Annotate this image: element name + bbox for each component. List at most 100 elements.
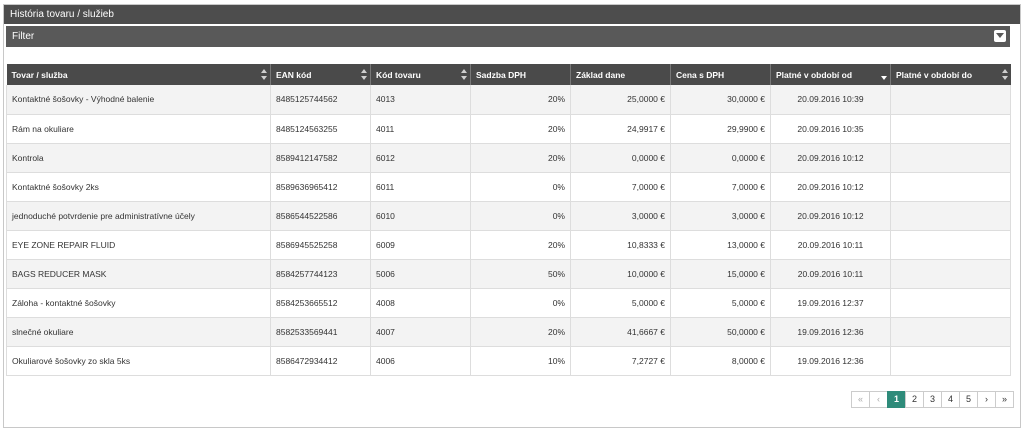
table-cell: 7,0000 € [670,172,771,202]
table-cell: jednoduché potvrdenie pre administratívn… [6,201,271,231]
table-cell: 19.09.2016 12:36 [770,346,891,376]
table-cell: Záloha - kontaktné šošovky [6,288,271,318]
table-row[interactable]: Rám na okuliare 8485124563255 4011 20% 24,99… [6,114,1011,144]
column-header-label: Tovar / služba [11,69,68,80]
table-cell: 20.09.2016 10:11 [770,230,891,260]
table-row[interactable]: Záloha - kontaktné šošovky 8584253665512 4… [6,288,1011,318]
table-cell: 8589412147582 [270,143,371,173]
table-row[interactable]: slnečné okuliare 8582533569441 4007 20% 41,6… [6,317,1011,347]
table-cell [890,288,1011,318]
table-row[interactable]: EYE ZONE REPAIR FLUID 8586945525258 6009 20… [6,230,1011,260]
table-cell: 20.09.2016 10:12 [770,201,891,231]
table-cell: 8,0000 € [670,346,771,376]
table-cell: 7,0000 € [570,172,671,202]
table-cell: EYE ZONE REPAIR FLUID [6,230,271,260]
table-cell: 10,0000 € [570,259,671,289]
table-cell: 0% [470,201,571,231]
column-header-label: Platné v období od [776,69,853,80]
table-cell: 6010 [370,201,471,231]
table-cell: 13,0000 € [670,230,771,260]
table-cell [890,201,1011,231]
prev-page-button[interactable]: ‹ [869,391,888,408]
table-cell: 24,9917 € [570,114,671,144]
table-cell [890,143,1011,173]
table-cell: 8586472934412 [270,346,371,376]
table-row[interactable]: Okuliarové šošovky zo skla 5ks 8586472934… [6,346,1011,376]
table-cell [890,259,1011,289]
table-cell: 20% [470,114,571,144]
column-header[interactable]: Cena s DPH [670,64,771,85]
table-cell: 4011 [370,114,471,144]
table-cell: 19.09.2016 12:37 [770,288,891,318]
table-cell: 19.09.2016 12:36 [770,317,891,347]
chevron-down-square-icon[interactable] [994,30,1006,42]
table-cell: 0,0000 € [670,143,771,173]
last-page-button[interactable]: » [995,391,1014,408]
table-row[interactable]: Kontrola 8589412147582 6012 20% 0,0000 €0,00… [6,143,1011,173]
table-cell: 0,0000 € [570,143,671,173]
sort-icon[interactable] [261,69,267,80]
sort-desc-icon[interactable] [881,69,887,80]
column-header[interactable]: Platné v období od [770,64,891,85]
table-cell [890,85,1011,115]
table-cell: 10% [470,346,571,376]
table-cell: 5,0000 € [570,288,671,318]
table-cell: 20.09.2016 10:12 [770,172,891,202]
column-header[interactable]: EAN kód [270,64,371,85]
column-header[interactable]: Základ dane [570,64,671,85]
column-header-label: Sadzba DPH [476,69,527,80]
table-cell: 20.09.2016 10:12 [770,143,891,173]
first-page-button[interactable]: « [851,391,870,408]
column-header-label: EAN kód [276,69,312,80]
column-header-label: Kód tovaru [376,69,421,80]
table-cell: 41,6667 € [570,317,671,347]
table-cell: 3,0000 € [570,201,671,231]
page-4-button[interactable]: 4 [941,391,960,408]
table-cell: 20.09.2016 10:35 [770,114,891,144]
column-header[interactable]: Kód tovaru [370,64,471,85]
table-cell: Kontrola [6,143,271,173]
table-cell: 3,0000 € [670,201,771,231]
filter-bar[interactable]: Filter [6,26,1010,47]
page-3-button[interactable]: 3 [923,391,942,408]
table-row[interactable]: jednoduché potvrdenie pre administratívn… [6,201,1011,231]
table-row[interactable]: Kontaktné šošovky 2ks 8589636965412 6011 0%… [6,172,1011,202]
table-cell: BAGS REDUCER MASK [6,259,271,289]
table-cell: slnečné okuliare [6,317,271,347]
table-cell [890,172,1011,202]
table-cell: 4007 [370,317,471,347]
next-page-button[interactable]: › [977,391,996,408]
page-2-button[interactable]: 2 [905,391,924,408]
sort-icon[interactable] [461,69,467,80]
table-cell: 20% [470,143,571,173]
table-cell: 6009 [370,230,471,260]
pagination: «‹ 1 2 3 4 5 ›» [851,391,1014,408]
table-cell [890,346,1011,376]
table-cell: 8485125744562 [270,85,371,115]
table-cell: 4008 [370,288,471,318]
page-1-button[interactable]: 1 [887,391,906,408]
filter-label: Filter [12,31,35,42]
table-cell: 10,8333 € [570,230,671,260]
sort-icon[interactable] [361,69,367,80]
column-header[interactable]: Platné v období do [890,64,1011,85]
table-cell: 6012 [370,143,471,173]
history-table: Tovar / služba EAN kód Kód tovaru Sadzba DP… [6,64,1011,376]
table-cell: 15,0000 € [670,259,771,289]
table-cell: 29,9900 € [670,114,771,144]
table-cell: 8582533569441 [270,317,371,347]
column-header[interactable]: Sadzba DPH [470,64,571,85]
table-cell [890,317,1011,347]
column-header[interactable]: Tovar / služba [6,64,271,85]
table-cell: 20.09.2016 10:39 [770,85,891,115]
table-cell: 7,2727 € [570,346,671,376]
table-row[interactable]: Kontaktné šošovky - Výhodné balenie 84851… [6,85,1011,115]
column-header-label: Cena s DPH [676,69,725,80]
table-cell: 0% [470,172,571,202]
table-cell [890,230,1011,260]
table-cell: Kontaktné šošovky - Výhodné balenie [6,85,271,115]
sort-icon[interactable] [1001,69,1008,80]
page-5-button[interactable]: 5 [959,391,978,408]
table-cell: 5006 [370,259,471,289]
table-row[interactable]: BAGS REDUCER MASK 8584257744123 5006 50% 10,… [6,259,1011,289]
